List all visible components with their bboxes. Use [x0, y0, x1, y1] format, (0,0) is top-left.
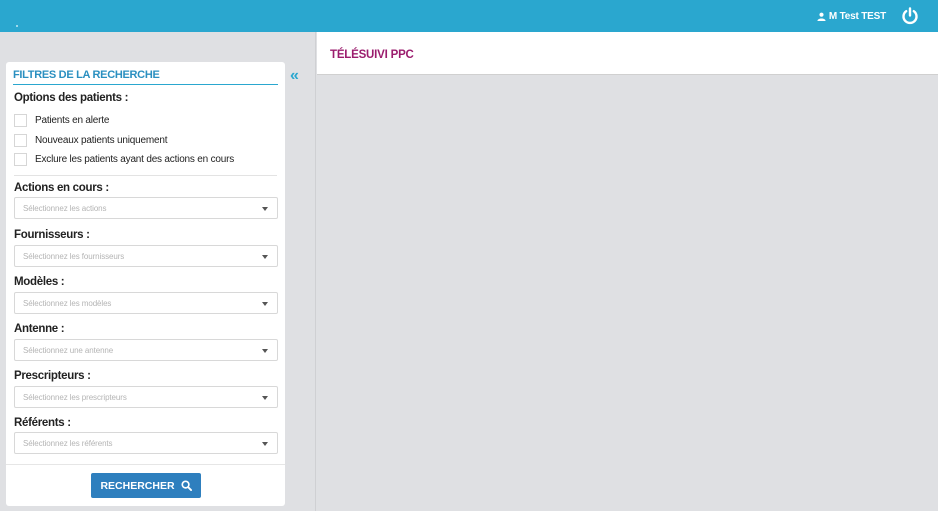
- select-placeholder: Sélectionnez les référents: [23, 439, 113, 448]
- filter-label-prescripteurs: Prescripteurs :: [14, 370, 91, 382]
- patient-options-label: Options des patients :: [14, 92, 129, 104]
- topbar-dot: [16, 25, 18, 27]
- chevron-down-icon: [262, 442, 268, 446]
- checkbox-label: Exclure les patients ayant des actions e…: [35, 154, 235, 165]
- antenne-select[interactable]: Sélectionnez une antenne: [14, 339, 278, 361]
- checkbox-nouveaux-patients[interactable]: Nouveaux patients uniquement: [14, 134, 167, 147]
- select-placeholder: Sélectionnez une antenne: [23, 346, 114, 355]
- filter-label-actions: Actions en cours :: [14, 182, 109, 194]
- page-title: TÉLÉSUIVI PPC: [330, 49, 414, 61]
- prescripteurs-select[interactable]: Sélectionnez les prescripteurs: [14, 386, 278, 408]
- select-placeholder: Sélectionnez les fournisseurs: [23, 252, 125, 261]
- chevron-down-icon: [262, 302, 268, 306]
- actions-select[interactable]: Sélectionnez les actions: [14, 197, 278, 219]
- chevron-down-icon: [262, 255, 268, 259]
- select-placeholder: Sélectionnez les modèles: [23, 299, 112, 308]
- filter-label-modeles: Modèles :: [14, 276, 65, 288]
- user-icon: [817, 12, 826, 21]
- power-icon[interactable]: [900, 6, 920, 26]
- search-button[interactable]: RECHERCHER: [91, 473, 201, 498]
- filter-label-antenne: Antenne :: [14, 323, 65, 335]
- search-filters-panel: FILTRES DE LA RECHERCHE Options des pati…: [6, 62, 285, 506]
- select-placeholder: Sélectionnez les prescripteurs: [23, 393, 127, 402]
- checkbox-patients-en-alerte[interactable]: Patients en alerte: [14, 114, 109, 127]
- checkbox[interactable]: [14, 134, 27, 147]
- checkbox[interactable]: [14, 114, 27, 127]
- referents-select[interactable]: Sélectionnez les référents: [14, 432, 278, 454]
- chevron-down-icon: [262, 207, 268, 211]
- divider: [14, 175, 277, 176]
- panel-footer-divider: [6, 464, 285, 465]
- collapse-sidebar-icon[interactable]: «: [290, 68, 299, 84]
- user-menu[interactable]: M Test TEST: [817, 11, 886, 22]
- filter-label-referents: Référents :: [14, 417, 71, 429]
- search-button-label: RECHERCHER: [100, 479, 175, 492]
- filter-label-fournisseurs: Fournisseurs :: [14, 229, 90, 241]
- checkbox-label: Patients en alerte: [35, 115, 110, 126]
- select-placeholder: Sélectionnez les actions: [23, 204, 107, 213]
- fournisseurs-select[interactable]: Sélectionnez les fournisseurs: [14, 245, 278, 267]
- chevron-down-icon: [262, 349, 268, 353]
- main-header: TÉLÉSUIVI PPC: [317, 32, 938, 75]
- checkbox[interactable]: [14, 153, 27, 166]
- search-icon: [181, 480, 192, 491]
- panel-title: FILTRES DE LA RECHERCHE: [13, 69, 278, 85]
- left-pane: « FILTRES DE LA RECHERCHE Options des pa…: [0, 32, 316, 511]
- user-name: M Test TEST: [828, 11, 886, 22]
- chevron-down-icon: [262, 396, 268, 400]
- checkbox-exclure-actions[interactable]: Exclure les patients ayant des actions e…: [14, 153, 234, 166]
- top-bar: M Test TEST: [0, 0, 938, 32]
- checkbox-label: Nouveaux patients uniquement: [35, 135, 168, 146]
- modeles-select[interactable]: Sélectionnez les modèles: [14, 292, 278, 314]
